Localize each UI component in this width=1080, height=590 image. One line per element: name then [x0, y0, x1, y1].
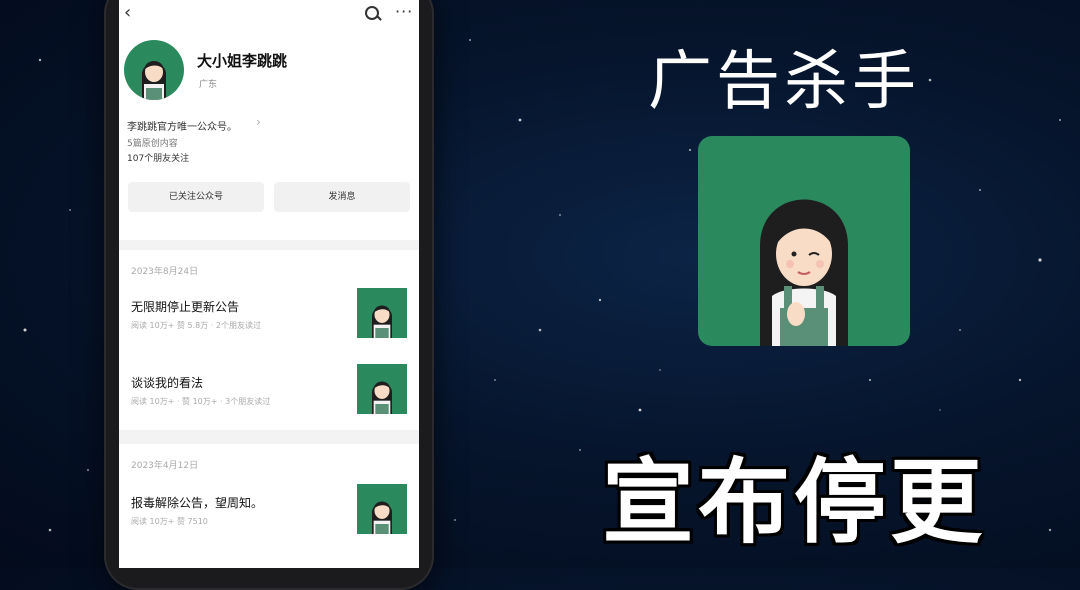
- account-region: 广东: [199, 80, 218, 90]
- account-description[interactable]: 李跳跳官方唯一公众号。: [127, 118, 237, 133]
- article-item[interactable]: 谈谈我的看法 阅读 10万+ · 赞 10万+ · 3个朋友读过: [119, 364, 419, 434]
- back-chevron-icon[interactable]: ‹: [124, 2, 131, 23]
- article-title[interactable]: 报毒解除公告，望周知。: [131, 494, 263, 511]
- search-icon[interactable]: [365, 6, 379, 20]
- friends-following: 107个朋友关注: [127, 154, 190, 164]
- article-meta: 阅读 10万+ · 赞 10万+ · 3个朋友读过: [131, 397, 271, 406]
- account-name: 大小姐李跳跳: [197, 52, 288, 70]
- feed-date: 2023年8月24日: [131, 267, 199, 277]
- send-message-button[interactable]: 发消息: [274, 182, 410, 212]
- followed-button[interactable]: 已关注公众号: [128, 182, 264, 212]
- announcement-banner: 宣布停更: [602, 449, 987, 556]
- original-count: 5篇原创内容: [127, 139, 178, 149]
- overlay-title: 广告杀手: [648, 45, 920, 119]
- article-item[interactable]: 报毒解除公告，望周知。 阅读 10万+ 赞 7510: [119, 484, 419, 554]
- article-thumbnail[interactable]: [357, 484, 407, 534]
- article-meta: 阅读 10万+ 赞 5.8万 · 2个朋友读过: [131, 321, 261, 330]
- article-title[interactable]: 谈谈我的看法: [131, 374, 203, 391]
- phone-screen: ‹ ··· 大小姐李跳跳 广东 李跳跳官方唯一公众号。 › 5篇原创内容 107…: [119, 0, 419, 568]
- app-logo: [698, 136, 910, 346]
- chevron-right-icon[interactable]: ›: [256, 115, 261, 129]
- account-profile: 大小姐李跳跳 广东 李跳跳官方唯一公众号。 › 5篇原创内容 107个朋友关注 …: [119, 30, 419, 240]
- more-dots-icon[interactable]: ···: [395, 2, 413, 21]
- feed-date: 2023年4月12日: [131, 461, 199, 471]
- feed-group: 2023年8月24日 无限期停止更新公告 阅读 10万+ 赞 5.8万 · 2个…: [119, 250, 419, 430]
- article-thumbnail[interactable]: [357, 364, 407, 414]
- feed-group: 2023年4月12日 报毒解除公告，望周知。 阅读 10万+ 赞 7510: [119, 444, 419, 568]
- avatar[interactable]: [124, 40, 184, 100]
- article-item[interactable]: 无限期停止更新公告 阅读 10万+ 赞 5.8万 · 2个朋友读过: [119, 288, 419, 358]
- top-bar: ‹ ···: [119, 0, 419, 30]
- article-thumbnail[interactable]: [357, 288, 407, 338]
- article-meta: 阅读 10万+ 赞 7510: [131, 517, 208, 526]
- article-title[interactable]: 无限期停止更新公告: [131, 298, 239, 315]
